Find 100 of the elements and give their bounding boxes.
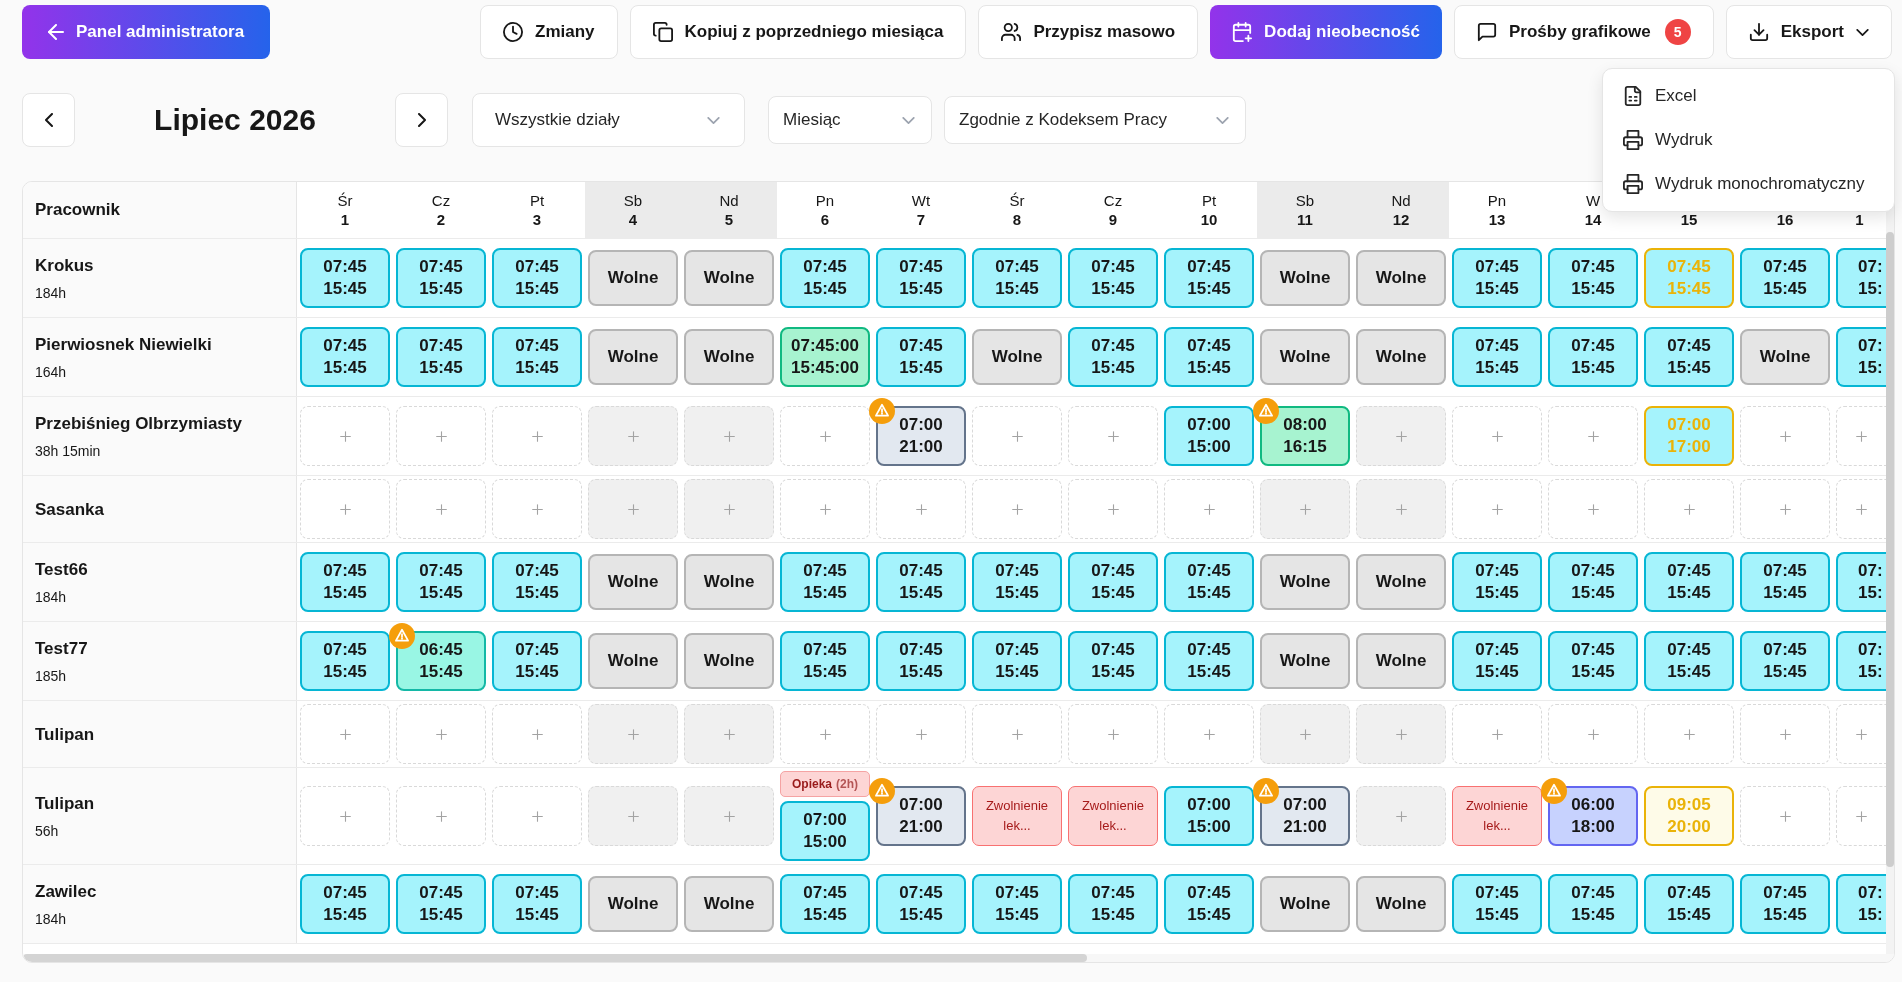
department-select[interactable]: Wszystkie działy <box>472 93 745 147</box>
add-shift-slot[interactable] <box>1548 406 1638 466</box>
shift-block[interactable]: 07:45 15:45 <box>1452 552 1542 612</box>
shift-block[interactable]: 07:45 15:45 <box>876 631 966 691</box>
day-off-block[interactable]: Wolne <box>588 876 678 932</box>
shift-block[interactable]: 07:45 15:45 <box>1164 631 1254 691</box>
export-menu-item[interactable]: Excel <box>1603 74 1894 118</box>
add-shift-slot[interactable] <box>1548 479 1638 539</box>
add-shift-slot[interactable] <box>588 704 678 764</box>
day-off-block[interactable]: Wolne <box>1740 329 1830 385</box>
shift-block[interactable]: 07:45 15:45 <box>780 248 870 308</box>
day-off-block[interactable]: Wolne <box>684 250 774 306</box>
shift-block[interactable]: 07:45 15:45 <box>1644 327 1734 387</box>
add-shift-slot[interactable] <box>1164 704 1254 764</box>
day-off-block[interactable]: Wolne <box>684 329 774 385</box>
next-month-button[interactable] <box>395 93 448 147</box>
add-shift-slot[interactable] <box>588 479 678 539</box>
shift-block[interactable]: 07:45 15:45 <box>972 631 1062 691</box>
shift-block[interactable]: 06:00 18:00 <box>1548 786 1638 846</box>
shift-block[interactable]: 07: 15: <box>1836 631 1886 691</box>
export-menu-item[interactable]: Wydruk monochromatyczny <box>1603 162 1894 206</box>
add-shift-slot[interactable] <box>780 406 870 466</box>
shift-block[interactable]: 07:45 15:45 <box>780 552 870 612</box>
add-shift-slot[interactable] <box>300 406 390 466</box>
vertical-scrollbar-thumb[interactable] <box>1886 232 1894 867</box>
day-off-block[interactable]: Wolne <box>588 633 678 689</box>
shift-block[interactable]: 07:45 15:45 <box>876 327 966 387</box>
add-shift-slot[interactable] <box>396 786 486 846</box>
day-off-block[interactable]: Wolne <box>1356 554 1446 610</box>
add-shift-slot[interactable] <box>588 786 678 846</box>
shift-block[interactable]: 07:45 15:45 <box>1548 874 1638 934</box>
shift-block[interactable]: 07:45 15:45 <box>1452 631 1542 691</box>
day-off-block[interactable]: Wolne <box>588 329 678 385</box>
day-off-block[interactable]: Wolne <box>684 554 774 610</box>
day-off-block[interactable]: Wolne <box>588 554 678 610</box>
shift-block[interactable]: 07: 15: <box>1836 552 1886 612</box>
add-shift-slot[interactable] <box>972 479 1062 539</box>
add-shift-slot[interactable] <box>1356 406 1446 466</box>
day-off-block[interactable]: Wolne <box>588 250 678 306</box>
day-off-block[interactable]: Wolne <box>1260 554 1350 610</box>
add-shift-slot[interactable] <box>1068 406 1158 466</box>
shift-block[interactable]: 07:00 21:00 <box>1260 786 1350 846</box>
add-shift-slot[interactable] <box>1836 704 1886 764</box>
add-shift-slot[interactable] <box>780 704 870 764</box>
shift-block[interactable]: 07: 15: <box>1836 327 1886 387</box>
sick-leave-block[interactable]: Zwolnienie lek... <box>1452 786 1542 846</box>
add-shift-slot[interactable] <box>1740 406 1830 466</box>
changes-button[interactable]: Zmiany <box>480 5 618 59</box>
add-shift-slot[interactable] <box>1068 479 1158 539</box>
shift-block[interactable]: 07: 15: <box>1836 874 1886 934</box>
add-shift-slot[interactable] <box>396 704 486 764</box>
shift-block[interactable]: 07:45:00 15:45:00 <box>780 327 870 387</box>
add-shift-slot[interactable] <box>492 406 582 466</box>
shift-block[interactable]: 07:00 15:00 <box>1164 786 1254 846</box>
shift-block[interactable]: 07:45 15:45 <box>1068 874 1158 934</box>
shift-block[interactable]: 07:45 15:45 <box>300 874 390 934</box>
add-shift-slot[interactable] <box>1644 479 1734 539</box>
day-off-block[interactable]: Wolne <box>1356 329 1446 385</box>
shift-block[interactable]: 07:45 15:45 <box>300 327 390 387</box>
day-off-block[interactable]: Wolne <box>1356 250 1446 306</box>
add-shift-slot[interactable] <box>1356 479 1446 539</box>
shift-block[interactable]: 07:00 21:00 <box>876 786 966 846</box>
shift-block[interactable]: 07:45 15:45 <box>972 552 1062 612</box>
add-shift-slot[interactable] <box>1452 479 1542 539</box>
add-shift-slot[interactable] <box>1260 704 1350 764</box>
add-shift-slot[interactable] <box>1548 704 1638 764</box>
add-shift-slot[interactable] <box>780 479 870 539</box>
shift-block[interactable]: 07:45 15:45 <box>1164 327 1254 387</box>
add-shift-slot[interactable] <box>684 704 774 764</box>
shift-block[interactable]: 07:45 15:45 <box>780 874 870 934</box>
shift-block[interactable]: 07:00 15:00 <box>780 801 870 861</box>
shift-block[interactable]: 07:45 15:45 <box>492 874 582 934</box>
shift-block[interactable]: 07:45 15:45 <box>1740 874 1830 934</box>
add-absence-button[interactable]: Dodaj nieobecność <box>1210 5 1442 59</box>
add-shift-slot[interactable] <box>300 786 390 846</box>
day-off-block[interactable]: Wolne <box>684 876 774 932</box>
add-shift-slot[interactable] <box>588 406 678 466</box>
shift-block[interactable]: 07:45 15:45 <box>1068 327 1158 387</box>
shift-block[interactable]: 07:45 15:45 <box>492 552 582 612</box>
copy-previous-month-button[interactable]: Kopiuj z poprzedniego miesiąca <box>629 5 967 59</box>
shift-block[interactable]: 07:45 15:45 <box>1164 874 1254 934</box>
shift-block[interactable]: 07:45 15:45 <box>492 631 582 691</box>
shift-block[interactable]: 07:45 15:45 <box>876 248 966 308</box>
add-shift-slot[interactable] <box>684 406 774 466</box>
shift-block[interactable]: 07:00 15:00 <box>1164 406 1254 466</box>
shift-block[interactable]: 07:45 15:45 <box>1068 552 1158 612</box>
add-shift-slot[interactable] <box>1740 479 1830 539</box>
shift-block[interactable]: 06:45 15:45 <box>396 631 486 691</box>
shift-block[interactable]: 07:45 15:45 <box>972 874 1062 934</box>
rules-select[interactable]: Zgodnie z Kodeksem Pracy <box>944 96 1246 144</box>
schedule-requests-button[interactable]: Prośby grafikowe 5 <box>1454 5 1714 59</box>
shift-block[interactable]: 07:45 15:45 <box>396 248 486 308</box>
shift-block[interactable]: 07:45 15:45 <box>1644 874 1734 934</box>
add-shift-slot[interactable] <box>492 786 582 846</box>
add-shift-slot[interactable] <box>1452 704 1542 764</box>
shift-block[interactable]: 07:45 15:45 <box>1740 631 1830 691</box>
shift-block[interactable]: 07:45 15:45 <box>876 552 966 612</box>
admin-panel-button[interactable]: Panel administratora <box>22 5 271 59</box>
shift-block[interactable]: 07:45 15:45 <box>1740 552 1830 612</box>
bulk-assign-button[interactable]: Przypisz masowo <box>978 5 1199 59</box>
